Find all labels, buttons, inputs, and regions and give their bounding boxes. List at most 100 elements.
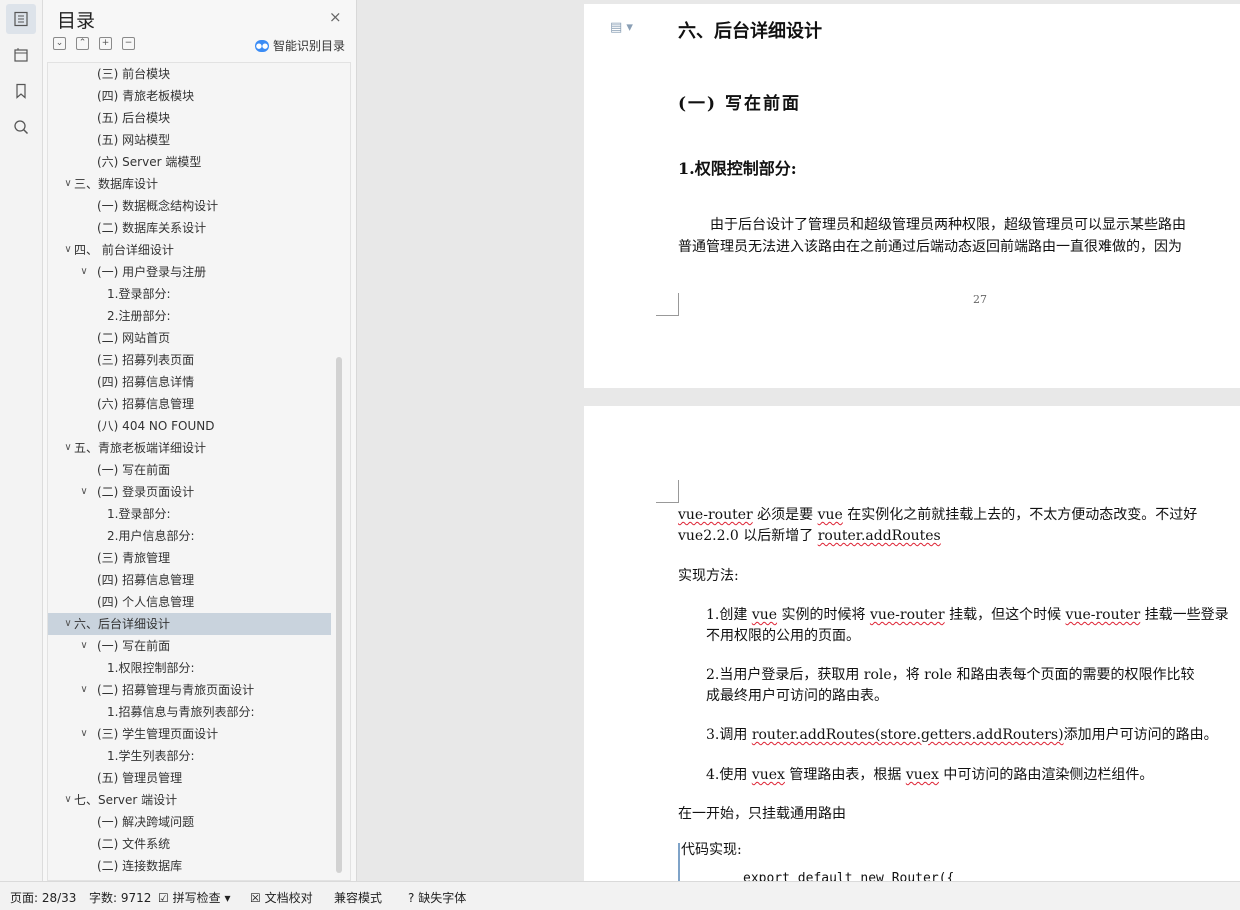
- toc-item[interactable]: ∨ (三) 学生管理页面设计: [48, 723, 328, 745]
- proofread-label: 文档校对: [264, 891, 313, 905]
- close-icon[interactable]: ×: [329, 8, 342, 26]
- toc-item-label: (六) 招募信息管理: [97, 397, 195, 411]
- chevron-down-icon[interactable]: ∨: [78, 679, 90, 701]
- toc-item[interactable]: (二) 网站首页: [48, 327, 328, 349]
- bookmark-icon[interactable]: [6, 76, 36, 106]
- toc-item-label: (二) 网站首页: [97, 331, 171, 345]
- toc-item-label: (三) 学生管理页面设计: [97, 727, 219, 741]
- document-icon[interactable]: ▤ ▾: [610, 20, 633, 35]
- toc-item[interactable]: 2.用户信息部分:: [48, 525, 328, 547]
- missing-font-label: 缺失字体: [418, 891, 467, 905]
- chevron-down-icon[interactable]: ∨: [78, 635, 90, 657]
- toc-item[interactable]: (八) 404 NO FOUND: [48, 415, 328, 437]
- toc-item[interactable]: (四) 个人信息管理: [48, 591, 328, 613]
- toc-item[interactable]: (二) 文件系统: [48, 833, 328, 855]
- toc-item[interactable]: (三) 青旅管理: [48, 547, 328, 569]
- chevron-down-icon[interactable]: ∨: [62, 613, 74, 635]
- page-corner-mark: [656, 480, 679, 503]
- toc-item[interactable]: ∨ 三、数据库设计: [48, 173, 328, 195]
- toc-item[interactable]: (三) 前台模块: [48, 63, 328, 85]
- toc-item[interactable]: ∨ 七、Server 端设计: [48, 789, 328, 811]
- toc-item[interactable]: (一) 数据概念结构设计: [48, 195, 328, 217]
- word-count[interactable]: 字数: 9712: [89, 889, 151, 906]
- toc-item[interactable]: (五) 管理员管理: [48, 767, 328, 789]
- chevron-down-icon[interactable]: ∨: [62, 239, 74, 261]
- proofread-button[interactable]: ☒ 文档校对: [250, 889, 313, 906]
- toc-item-label: 2.用户信息部分:: [107, 529, 195, 543]
- chevron-down-icon[interactable]: ∨: [78, 723, 90, 745]
- toc-item[interactable]: 1.登录部分:: [48, 283, 328, 305]
- page-count[interactable]: 页面: 28/33: [10, 889, 76, 906]
- toc-item[interactable]: 1.登录部分:: [48, 503, 328, 525]
- toc-item[interactable]: (六) Server 端模型: [48, 151, 328, 173]
- toc-item[interactable]: (三) 招募列表页面: [48, 349, 328, 371]
- toc-item-label: (一) 解决跨域问题: [97, 815, 195, 829]
- chevron-down-icon[interactable]: ∨: [78, 481, 90, 503]
- help-icon: ?: [408, 891, 415, 905]
- toc-icon[interactable]: [6, 4, 36, 34]
- toc-item[interactable]: ∨ 四、 前台详细设计: [48, 239, 328, 261]
- status-bar: 页面: 28/33 字数: 9712 ☑ 拼写检查 ▾ ☒ 文档校对 兼容模式 …: [0, 881, 1240, 910]
- add-heading-icon[interactable]: +: [99, 37, 112, 50]
- text-run: vue-router: [1065, 607, 1141, 623]
- toc-item-label: 1.权限控制部分:: [107, 661, 195, 675]
- toc-item-label: 1.招募信息与青旅列表部分:: [107, 705, 255, 719]
- toc-item-label: (五) 网站模型: [97, 133, 171, 147]
- toc-item[interactable]: 1.权限控制部分:: [48, 657, 328, 679]
- toc-item[interactable]: ∨ 六、后台详细设计: [48, 613, 331, 635]
- toc-item[interactable]: (五) 后台模块: [48, 107, 328, 129]
- chevron-down-icon[interactable]: ∨: [62, 789, 74, 811]
- expand-all-icon[interactable]: ⌃: [76, 37, 89, 50]
- text-run: 实例的时候将: [777, 607, 870, 623]
- navigation-icon[interactable]: [6, 40, 36, 70]
- toc-item[interactable]: ∨ (二) 登录页面设计: [48, 481, 328, 503]
- search-icon[interactable]: [6, 112, 36, 142]
- paragraph-line: 实现方法:: [678, 568, 739, 584]
- toc-item-label: (三) 前台模块: [97, 67, 171, 81]
- paragraph-line: 由于后台设计了管理员和超级管理员两种权限，超级管理员可以显示某些路由: [710, 217, 1186, 233]
- spell-check-button[interactable]: ☑ 拼写检查 ▾: [158, 889, 230, 906]
- toc-item[interactable]: (二) 数据库关系设计: [48, 217, 328, 239]
- collapse-all-icon[interactable]: ⌄: [53, 37, 66, 50]
- chevron-down-icon[interactable]: ∨: [62, 173, 74, 195]
- page-corner-mark: [656, 293, 679, 316]
- toc-panel: 目录 × ⌄ ⌃ + − ●● 智能识别目录 (三) 前台模块 (四) 青旅老板模…: [43, 0, 357, 881]
- chevron-down-icon[interactable]: ∨: [78, 261, 90, 283]
- toc-item-label: (二) 数据库关系设计: [97, 221, 207, 235]
- toc-item[interactable]: (六) 招募信息管理: [48, 393, 328, 415]
- toc-item[interactable]: (四) 招募信息详情: [48, 371, 328, 393]
- toc-item[interactable]: 2.注册部分:: [48, 305, 328, 327]
- scrollbar[interactable]: [336, 357, 342, 873]
- toc-item[interactable]: ∨ (一) 用户登录与注册: [48, 261, 328, 283]
- toc-item[interactable]: (四) 招募信息管理: [48, 569, 328, 591]
- smart-toc-label: 智能识别目录: [273, 39, 346, 53]
- toc-item[interactable]: (二) 连接数据库: [48, 855, 328, 877]
- checkbox-icon: ☑: [158, 891, 169, 905]
- text-run: 必须是要: [752, 507, 818, 523]
- toc-item-label: (二) 连接数据库: [97, 859, 183, 873]
- toc-item[interactable]: 1.学生列表部分:: [48, 745, 328, 767]
- paragraph-line: 不用权限的公用的页面。: [706, 628, 860, 644]
- toc-item-label: 五、青旅老板端详细设计: [74, 441, 207, 455]
- text-run: 挂载一些登录: [1140, 607, 1229, 623]
- smart-toc-button[interactable]: ●● 智能识别目录: [255, 37, 345, 54]
- text-run: vue: [817, 507, 843, 523]
- toc-item[interactable]: (四) 青旅老板模块: [48, 85, 328, 107]
- toc-item[interactable]: 1.招募信息与青旅列表部分:: [48, 701, 328, 723]
- missing-font-button[interactable]: ? 缺失字体: [408, 889, 466, 906]
- toc-item[interactable]: ∨ (二) 招募管理与青旅页面设计: [48, 679, 328, 701]
- text-run: router.addRoutes(store.getters.addRouter…: [751, 727, 1064, 743]
- toc-toolbar: ⌄ ⌃ + −: [53, 37, 135, 50]
- toc-item-label: (八) 404 NO FOUND: [97, 419, 215, 433]
- toc-item[interactable]: (一) 解决跨域问题: [48, 811, 328, 833]
- toc-item[interactable]: (五) 网站模型: [48, 129, 328, 151]
- compat-mode[interactable]: 兼容模式: [334, 889, 382, 906]
- remove-heading-icon[interactable]: −: [122, 37, 135, 50]
- text-run: 3.调用: [706, 727, 752, 743]
- toc-item[interactable]: ∨ 五、青旅老板端详细设计: [48, 437, 328, 459]
- toc-item[interactable]: (一) 写在前面: [48, 459, 328, 481]
- chevron-down-icon[interactable]: ∨: [62, 437, 74, 459]
- toc-list: (三) 前台模块 (四) 青旅老板模块 (五) 后台模块 (五) 网站模型 (六) Se…: [47, 62, 351, 881]
- paragraph-line: 4.使用 vuex 管理路由表，根据 vuex 中可访问的路由渲染侧边栏组件。: [706, 764, 1153, 784]
- toc-item[interactable]: ∨ (一) 写在前面: [48, 635, 328, 657]
